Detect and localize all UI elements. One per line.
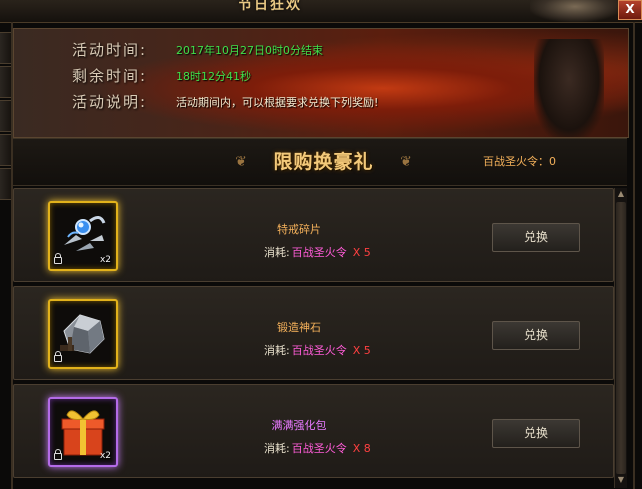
list-item: 锻造神石 消耗: 百战圣火令 X 5 兑换 <box>13 286 614 380</box>
scroll-down-icon[interactable]: ▼ <box>615 474 627 486</box>
event-description-value: 活动期间内，可以根据要求兑换下列奖励! <box>176 96 379 109</box>
event-description-label: 活动说明: <box>72 93 148 111</box>
list-item: x2 特戒碎片 消耗: 百战圣火令 X 5 兑换 <box>13 188 614 282</box>
scroll-up-icon[interactable]: ▲ <box>615 188 627 200</box>
item-name: 锻造神石 <box>277 321 321 334</box>
cost-label: 消耗: <box>264 246 290 259</box>
dragon-ornament-icon <box>530 0 620 22</box>
token-count: 百战圣火令：0 <box>483 155 556 168</box>
lock-icon <box>54 253 62 264</box>
side-tab-2[interactable] <box>0 66 12 98</box>
item-name: 满满强化包 <box>271 419 327 432</box>
item-quantity: x2 <box>99 255 111 265</box>
scroll-thumb[interactable] <box>616 202 626 474</box>
remaining-time-label: 剩余时间: <box>72 67 148 85</box>
remaining-time-value: 18时12分41秒 <box>176 70 251 83</box>
exchange-list: x2 特戒碎片 消耗: 百战圣火令 X 5 兑换 锻造神石 消耗: 百战圣火令 X 5 … <box>13 188 614 489</box>
section-title: 限购换豪礼 <box>273 151 374 173</box>
cost-label: 消耗: <box>264 442 290 455</box>
event-banner: 活动时间: 2017年10月27日0时0分结束 剩余时间: 18时12分41秒 … <box>13 28 629 138</box>
title-bar: 节日狂欢 X <box>0 0 642 23</box>
cost-amount: X 8 <box>352 442 371 455</box>
item-cost: 消耗: 百战圣火令 X 5 <box>264 342 371 358</box>
scrollbar[interactable]: ▲ ▼ <box>614 188 627 488</box>
item-cost: 消耗: 百战圣火令 X 8 <box>264 440 371 456</box>
exchange-button[interactable]: 兑换 <box>492 419 580 448</box>
cost-token: 百战圣火令 <box>291 442 347 455</box>
item-cost: 消耗: 百战圣火令 X 5 <box>264 244 371 260</box>
side-tab-5[interactable] <box>0 168 12 200</box>
event-time-value: 2017年10月27日0时0分结束 <box>176 44 323 57</box>
statue-artwork <box>534 39 604 137</box>
item-slot[interactable] <box>48 299 118 369</box>
window-title: 节日狂欢 <box>238 0 302 13</box>
list-item: x2 满满强化包 消耗: 百战圣火令 X 8 兑换 <box>13 384 614 478</box>
side-tab-3[interactable] <box>0 100 12 132</box>
ornament-right-icon: ❦ <box>400 154 412 170</box>
item-slot[interactable]: x2 <box>48 397 118 467</box>
cost-amount: X 5 <box>352 246 371 259</box>
exchange-button[interactable]: 兑换 <box>492 223 580 252</box>
cost-token: 百战圣火令 <box>291 246 347 259</box>
item-name: 特戒碎片 <box>277 223 321 236</box>
lock-icon <box>54 351 62 362</box>
exchange-button[interactable]: 兑换 <box>492 321 580 350</box>
item-quantity: x2 <box>99 451 111 461</box>
ornament-left-icon: ❦ <box>235 154 247 170</box>
side-tab-4[interactable] <box>0 134 12 166</box>
side-tab-1[interactable] <box>0 32 12 64</box>
item-slot[interactable]: x2 <box>48 201 118 271</box>
cost-token: 百战圣火令 <box>291 344 347 357</box>
lock-icon <box>54 449 62 460</box>
cost-amount: X 5 <box>352 344 371 357</box>
cost-label: 消耗: <box>264 344 290 357</box>
close-button[interactable]: X <box>618 0 642 20</box>
section-header: ❦ 限购换豪礼 ❦ 百战圣火令：0 <box>13 138 627 186</box>
event-time-label: 活动时间: <box>72 41 148 59</box>
